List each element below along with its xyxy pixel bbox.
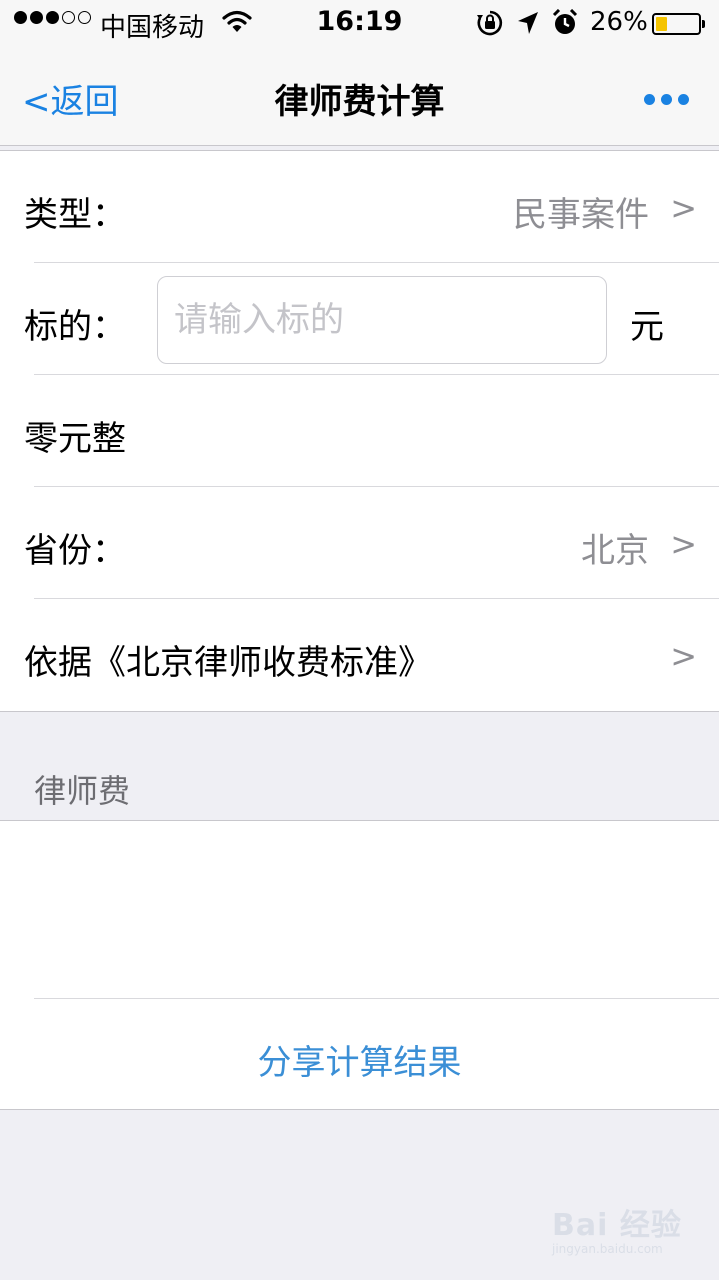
battery-fill: [656, 17, 667, 31]
chevron-right-icon: >: [670, 637, 697, 675]
more-dot: [661, 94, 672, 105]
chevron-right-icon: >: [670, 189, 697, 227]
fee-standard-row[interactable]: 依据《北京律师收费标准》 >: [0, 599, 719, 711]
case-type-label: 类型：: [24, 195, 126, 235]
more-dot: [644, 94, 655, 105]
watermark-logo-text: Bai 经验: [552, 1208, 682, 1243]
baidu-jingyan-watermark: Bai 经验 jingyan.baidu.com: [552, 1200, 682, 1256]
case-type-value: 民事案件: [513, 195, 649, 235]
location-arrow-icon: [516, 10, 540, 40]
rotation-lock-icon: [476, 9, 504, 41]
lawyer-fee-result: [0, 821, 719, 999]
back-button[interactable]: <返回: [22, 74, 119, 123]
battery-icon: [652, 13, 705, 35]
more-dots-icon[interactable]: [644, 94, 689, 105]
back-button-label: <返回: [22, 82, 119, 122]
province-value: 北京: [581, 531, 649, 571]
status-bar: 中国移动 16:19 26%: [0, 0, 719, 48]
subject-amount-row: 标的： 元: [0, 263, 719, 375]
calculator-form: 类型： 民事案件 > 标的： 元 零元整 省份： 北京 > 依据《北京律师收费标…: [0, 150, 719, 712]
subject-amount-input[interactable]: [157, 276, 607, 364]
lawyer-fee-section-header: 律师费: [0, 712, 719, 820]
more-dot: [678, 94, 689, 105]
share-result-button[interactable]: 分享计算结果: [0, 999, 719, 1109]
result-group: 分享计算结果: [0, 820, 719, 1110]
battery-percent: 26%: [590, 7, 648, 37]
watermark-url: jingyan.baidu.com: [552, 1242, 663, 1256]
chevron-right-icon: >: [670, 525, 697, 563]
case-type-row[interactable]: 类型： 民事案件 >: [0, 151, 719, 263]
amount-in-words: 零元整: [24, 419, 126, 459]
province-row[interactable]: 省份： 北京 >: [0, 487, 719, 599]
currency-unit: 元: [630, 307, 664, 347]
amount-in-words-row: 零元整: [0, 375, 719, 487]
province-label: 省份：: [24, 531, 126, 571]
alarm-icon: [552, 8, 578, 41]
navigation-bar: <返回 律师费计算: [0, 48, 719, 146]
section-title: 律师费: [34, 772, 131, 810]
battery-nub: [702, 20, 705, 28]
fee-standard-label: 依据《北京律师收费标准》: [24, 643, 432, 683]
subject-amount-label: 标的：: [24, 307, 126, 347]
